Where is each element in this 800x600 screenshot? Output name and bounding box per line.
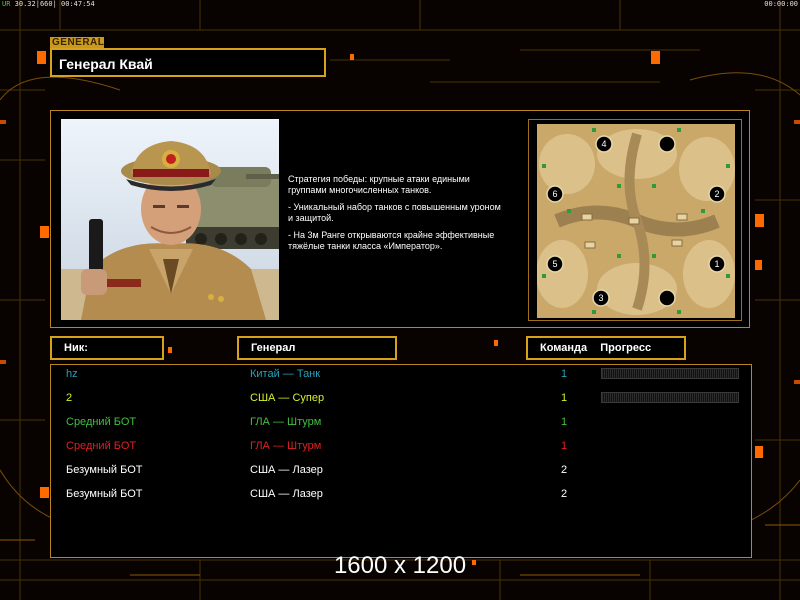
hud-stats-text: 30.32|660| 00:47:54 — [14, 0, 95, 8]
map-preview: 1 2 3 4 5 6 — [528, 119, 742, 321]
player-team: 2 — [560, 488, 568, 500]
table-row: Безумный БОТ США — Лазер 2 — [51, 461, 751, 485]
general-portrait — [61, 119, 279, 320]
table-row: Средний БОТ ГЛА — Штурм 1 — [51, 437, 751, 461]
player-nick: Безумный БОТ — [66, 464, 143, 476]
general-title: Генерал Квай — [50, 48, 326, 77]
player-team: 1 — [560, 440, 568, 452]
description-paragraph: - На 3м Ранге открываются крайне эффекти… — [288, 230, 495, 251]
start-position-label: 6 — [552, 189, 557, 199]
table-row: 2 США — Супер 1 — [51, 389, 751, 413]
player-team: 2 — [560, 464, 568, 476]
player-nick: Средний БОТ — [66, 440, 137, 452]
table-row: Средний БОТ ГЛА — Штурм 1 — [51, 413, 751, 437]
player-team: 1 — [560, 368, 568, 380]
map-minimap: 1 2 3 4 5 6 — [537, 124, 735, 318]
column-header-nick: Ник: — [50, 336, 164, 360]
start-position-label: 5 — [552, 259, 557, 269]
strategy-description: Стратегия победы: крупные атаки едиными … — [288, 174, 524, 258]
player-team: 1 — [560, 416, 568, 428]
hud-stats: UR 30.32|660| 00:47:54 — [2, 0, 95, 8]
player-nick: hz — [66, 368, 78, 380]
players-table: hz Китай — Танк 1 2 США — Супер 1 Средни… — [50, 364, 752, 558]
start-position-label: 3 — [598, 293, 603, 303]
player-nick: Безумный БОТ — [66, 488, 143, 500]
description-paragraph: Стратегия победы: крупные атаки едиными … — [288, 174, 470, 195]
column-header-progress: Прогресс — [600, 342, 652, 354]
player-nick: Средний БОТ — [66, 416, 137, 428]
start-position-label: 2 — [714, 189, 719, 199]
player-general: ГЛА — Штурм — [250, 440, 322, 452]
general-tag: GENERAL — [50, 37, 105, 48]
start-position-label: 1 — [714, 259, 719, 269]
resolution-watermark: 1600 x 1200 — [333, 552, 467, 579]
player-general: Китай — Танк — [250, 368, 321, 380]
player-nick: 2 — [66, 392, 73, 404]
table-row: Безумный БОТ США — Лазер 2 — [51, 485, 751, 509]
progress-bar — [601, 392, 739, 403]
start-position-label: 4 — [601, 139, 606, 149]
column-header-general: Генерал — [237, 336, 397, 360]
player-general: США — Супер — [250, 392, 325, 404]
hud-clock: 00:00:00 — [764, 0, 798, 8]
column-header-team-progress: Команда Прогресс — [526, 336, 686, 360]
player-team: 1 — [560, 392, 568, 404]
player-general: ГЛА — Штурм — [250, 416, 322, 428]
player-general: США — Лазер — [250, 488, 323, 500]
progress-bar — [601, 368, 739, 379]
description-paragraph: - Уникальный набор танков с повышенным у… — [288, 202, 501, 223]
hud-prefix: UR — [2, 0, 11, 8]
column-header-team: Команда — [540, 342, 588, 354]
player-general: США — Лазер — [250, 464, 323, 476]
table-row: hz Китай — Танк 1 — [51, 365, 751, 389]
